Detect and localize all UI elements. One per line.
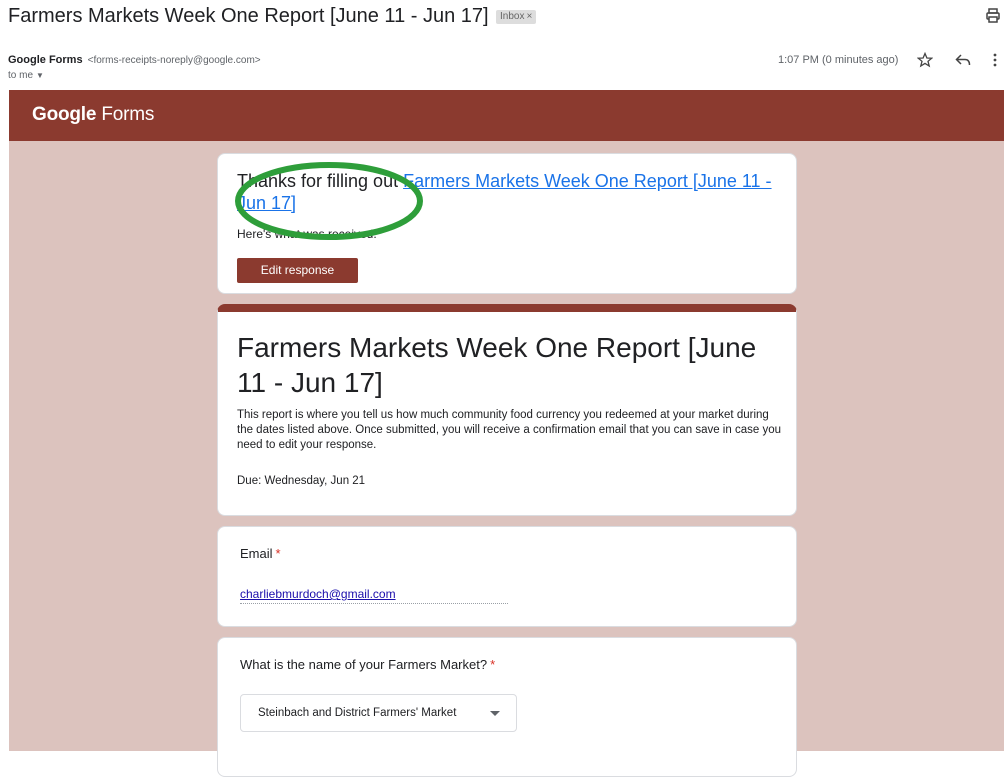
reply-icon[interactable] bbox=[955, 53, 971, 67]
forms-banner: Google Forms bbox=[9, 90, 1004, 141]
form-header-card: Farmers Markets Week One Report [June 11… bbox=[217, 304, 797, 516]
question-text: Email bbox=[240, 546, 273, 561]
print-icon[interactable] bbox=[986, 8, 1000, 24]
brand-forms: Forms bbox=[101, 104, 155, 125]
sender-name[interactable]: Google Forms bbox=[8, 54, 83, 66]
chevron-down-icon[interactable]: ▼ bbox=[36, 71, 44, 80]
google-forms-logo: Google Forms bbox=[32, 104, 154, 126]
required-asterisk: * bbox=[490, 657, 496, 672]
sender-address: <forms-receipts-noreply@google.com> bbox=[87, 55, 261, 66]
confirmation-card: Thanks for filling out Farmers Markets W… bbox=[217, 153, 797, 294]
email-subject: Farmers Markets Week One Report [June 11… bbox=[8, 5, 489, 27]
question-card-email: Email * charliebmurdoch@gmail.com bbox=[217, 526, 797, 627]
question-label-market: What is the name of your Farmers Market?… bbox=[240, 657, 495, 672]
market-select-value: Steinbach and District Farmers' Market bbox=[258, 707, 457, 719]
form-description: This report is where you tell us how muc… bbox=[237, 409, 781, 451]
star-icon[interactable] bbox=[917, 52, 933, 68]
edit-response-button[interactable]: Edit response bbox=[237, 258, 358, 283]
recipient-text: to me bbox=[8, 70, 34, 81]
sender-line: Google Forms <forms-receipts-noreply@goo… bbox=[8, 54, 261, 66]
inbox-label[interactable]: Inbox × bbox=[496, 10, 537, 24]
dropdown-arrow-icon bbox=[490, 711, 500, 716]
email-time: 1:07 PM (0 minutes ago) bbox=[778, 54, 899, 66]
thanks-prefix: Thanks for filling out bbox=[237, 171, 404, 191]
thanks-message: Thanks for filling out Farmers Markets W… bbox=[237, 170, 787, 214]
form-title: Farmers Markets Week One Report [June 11… bbox=[237, 332, 757, 398]
market-select[interactable]: Steinbach and District Farmers' Market bbox=[240, 694, 517, 732]
email-answer[interactable]: charliebmurdoch@gmail.com bbox=[240, 587, 508, 604]
label-remove-icon[interactable]: × bbox=[526, 11, 532, 22]
more-vert-icon[interactable] bbox=[992, 52, 998, 68]
question-label-email: Email * bbox=[240, 546, 281, 561]
email-header: Farmers Markets Week One Report [June 11… bbox=[0, 0, 1004, 90]
question-card-market-name: What is the name of your Farmers Market?… bbox=[217, 637, 797, 777]
inbox-label-text: Inbox bbox=[500, 11, 525, 22]
recipient-line[interactable]: to me ▼ bbox=[8, 70, 44, 81]
required-asterisk: * bbox=[275, 546, 281, 561]
received-text: Here's what was received. bbox=[237, 227, 377, 241]
form-due-date: Due: Wednesday, Jun 21 bbox=[237, 475, 366, 487]
brand-google: Google bbox=[32, 104, 97, 125]
question-text: What is the name of your Farmers Market? bbox=[240, 657, 488, 672]
